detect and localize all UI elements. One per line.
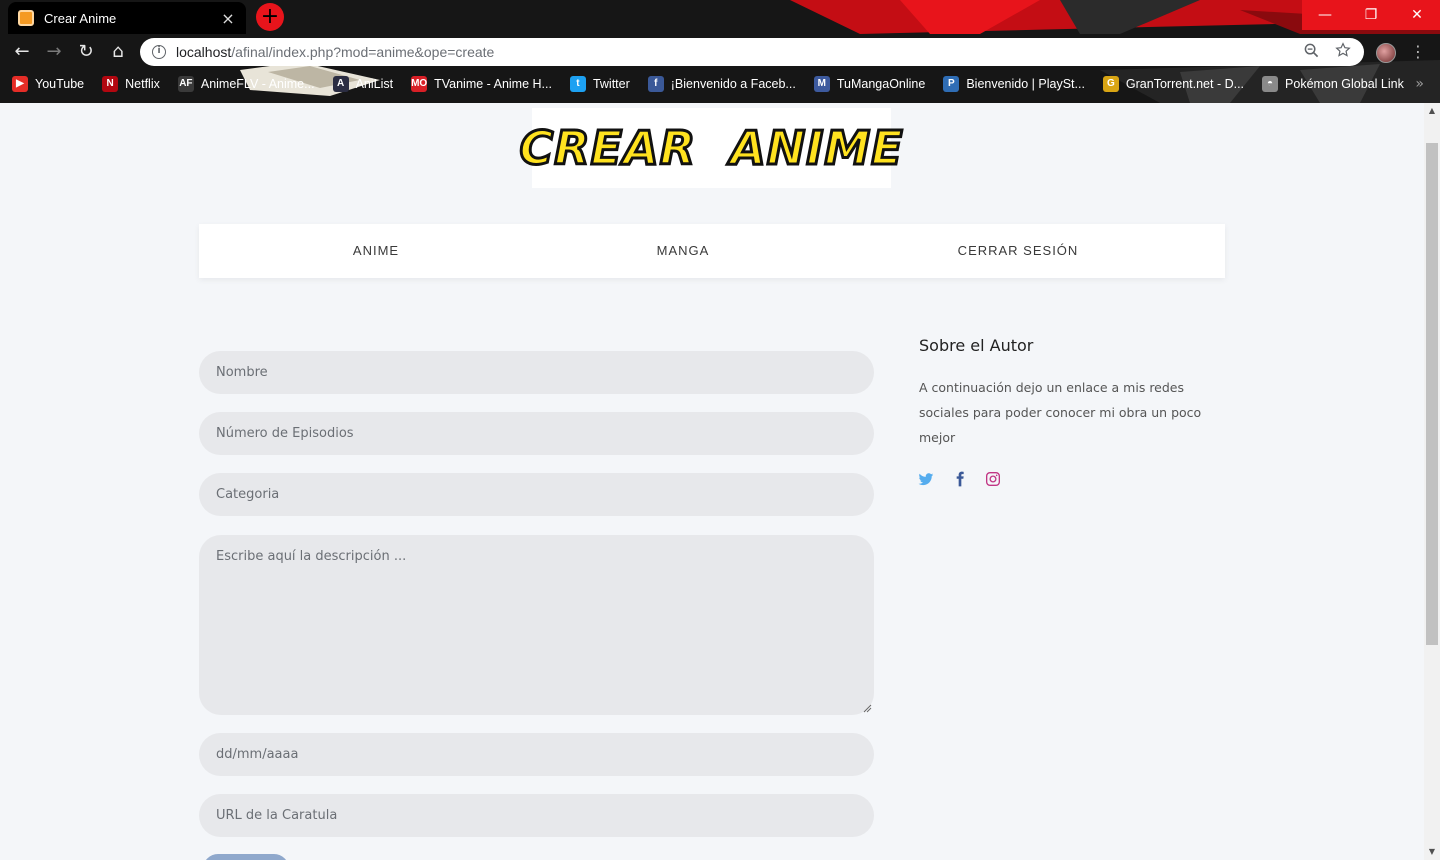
home-icon[interactable]: ⌂ bbox=[107, 41, 129, 63]
bookmark-item[interactable]: t Twitter bbox=[569, 76, 630, 92]
browser-toolbar: ← → ↻ ⌂ i localhost/afinal/index.php?mod… bbox=[0, 34, 1440, 70]
scroll-up-icon[interactable]: ▲ bbox=[1424, 103, 1440, 119]
animeflv-icon: AF bbox=[177, 76, 194, 92]
facebook-icon[interactable] bbox=[952, 471, 968, 487]
bookmark-item[interactable]: A AniList bbox=[332, 76, 394, 92]
address-bar[interactable]: i localhost/afinal/index.php?mod=anime&o… bbox=[140, 38, 1364, 66]
bookmark-item[interactable]: f ¡Bienvenido a Faceb... bbox=[647, 76, 796, 92]
bookmarks-bar: ▶ YouTube N Netflix AF AnimeFLV - Anime... A An… bbox=[0, 72, 1440, 96]
tab-close-icon[interactable]: × bbox=[220, 9, 236, 28]
twitter-icon: t bbox=[569, 76, 586, 92]
twitter-icon[interactable] bbox=[918, 471, 934, 487]
bookmark-label: YouTube bbox=[35, 77, 85, 91]
instagram-icon[interactable] bbox=[985, 471, 1001, 487]
window-controls: — ❐ ✕ bbox=[1302, 0, 1440, 30]
site-info-icon[interactable]: i bbox=[152, 45, 166, 59]
scroll-down-icon[interactable]: ▼ bbox=[1424, 844, 1440, 860]
bookmark-label: Netflix bbox=[125, 77, 160, 91]
caratula-url-input[interactable]: URL de la Caratula bbox=[199, 794, 874, 837]
bookmark-label: ¡Bienvenido a Faceb... bbox=[670, 77, 796, 91]
bookmark-item[interactable]: AF AnimeFLV - Anime... bbox=[177, 76, 315, 92]
author-title: Sobre el Autor bbox=[919, 336, 1034, 355]
youtube-icon: ▶ bbox=[12, 76, 28, 92]
bookmark-label: Bienvenido | PlaySt... bbox=[966, 77, 1085, 91]
tab-title: Crear Anime bbox=[44, 10, 117, 26]
grantorrent-icon: G bbox=[1102, 76, 1119, 92]
tab-favicon-icon bbox=[18, 10, 34, 26]
bookmark-label: TVanime - Anime H... bbox=[434, 77, 552, 91]
bookmark-item[interactable]: MO TVanime - Anime H... bbox=[411, 76, 552, 92]
new-tab-button[interactable]: + bbox=[256, 3, 284, 31]
tvanime-icon: MO bbox=[411, 76, 427, 92]
descripcion-textarea[interactable]: Escribe aquí la descripción ... bbox=[199, 535, 874, 715]
facebook-icon: f bbox=[647, 76, 664, 92]
bookmark-label: Twitter bbox=[592, 77, 630, 91]
bookmarks-overflow-icon[interactable]: » bbox=[1415, 72, 1424, 96]
scrollbar-thumb[interactable] bbox=[1426, 143, 1438, 645]
url-host: localhost bbox=[176, 44, 232, 60]
fecha-input[interactable]: dd/mm/aaaa bbox=[199, 733, 874, 776]
browser-tab[interactable]: Crear Anime × bbox=[8, 2, 246, 34]
back-icon[interactable]: ← bbox=[11, 41, 33, 63]
nav-link-anime[interactable]: ANIME bbox=[353, 224, 399, 278]
bookmark-star-icon[interactable] bbox=[1332, 42, 1354, 62]
bookmark-item[interactable]: ◓ Pokémon Global Link bbox=[1262, 76, 1404, 92]
playstation-icon: P bbox=[943, 76, 960, 92]
bookmark-item[interactable]: M TuMangaOnline bbox=[813, 76, 926, 92]
browser-chrome: Crear Anime × + — ❐ ✕ ← → ↻ ⌂ i localhos… bbox=[0, 0, 1440, 103]
zoom-icon[interactable] bbox=[1300, 43, 1322, 62]
bookmark-label: Pokémon Global Link bbox=[1285, 77, 1404, 91]
bookmark-label: TuMangaOnline bbox=[836, 77, 926, 91]
minimize-button[interactable]: — bbox=[1302, 0, 1348, 30]
categoria-input[interactable]: Categoria bbox=[199, 473, 874, 516]
url-path: /afinal/index.php?mod=anime&ope=create bbox=[231, 44, 495, 60]
author-description: A continuación dejo un enlace a mis rede… bbox=[919, 380, 1202, 445]
resize-handle-icon[interactable] bbox=[863, 704, 872, 713]
episodios-input[interactable]: Número de Episodios bbox=[199, 412, 874, 455]
bookmark-item[interactable]: N Netflix bbox=[102, 76, 160, 92]
logo-word-anime: ANIME bbox=[729, 120, 904, 177]
site-logo[interactable]: CREAR ANIME bbox=[518, 108, 904, 188]
maximize-button[interactable]: ❐ bbox=[1348, 0, 1394, 30]
anilist-icon: A bbox=[332, 76, 349, 92]
bookmark-item[interactable]: G GranTorrent.net - D... bbox=[1102, 76, 1245, 92]
close-window-button[interactable]: ✕ bbox=[1394, 0, 1440, 30]
bookmark-item[interactable]: P Bienvenido | PlaySt... bbox=[943, 76, 1085, 92]
tumangaonline-icon: M bbox=[813, 76, 830, 92]
page-scrollbar[interactable]: ▲ ▼ bbox=[1424, 103, 1440, 860]
descripcion-placeholder: Escribe aquí la descripción ... bbox=[216, 549, 407, 564]
netflix-icon: N bbox=[102, 76, 119, 92]
url-text[interactable]: localhost/afinal/index.php?mod=anime&ope… bbox=[176, 44, 1290, 60]
bookmark-item[interactable]: ▶ YouTube bbox=[12, 76, 84, 92]
reload-icon[interactable]: ↻ bbox=[75, 41, 97, 63]
logo-word-crear: CREAR bbox=[518, 120, 697, 177]
tab-strip: Crear Anime × + — ❐ ✕ bbox=[0, 0, 1440, 34]
bookmark-label: AniList bbox=[355, 77, 394, 91]
browser-menu-icon[interactable]: ⋮ bbox=[1410, 42, 1426, 61]
forward-icon[interactable]: → bbox=[43, 41, 65, 63]
nav-link-manga[interactable]: MANGA bbox=[657, 224, 710, 278]
pokemon-icon: ◓ bbox=[1262, 76, 1279, 92]
bookmark-label: GranTorrent.net - D... bbox=[1125, 77, 1245, 91]
bookmark-label: AnimeFLV - Anime... bbox=[200, 77, 315, 91]
nav-link-cerrar-sesion[interactable]: CERRAR SESIÓN bbox=[958, 224, 1079, 278]
main-navbar: ANIME MANGA CERRAR SESIÓN bbox=[199, 224, 1225, 278]
profile-avatar[interactable] bbox=[1376, 43, 1396, 63]
submit-button[interactable] bbox=[203, 854, 289, 860]
page-content: CREAR ANIME ANIME MANGA CERRAR SESIÓN No… bbox=[0, 103, 1424, 860]
nombre-input[interactable]: Nombre bbox=[199, 351, 874, 394]
